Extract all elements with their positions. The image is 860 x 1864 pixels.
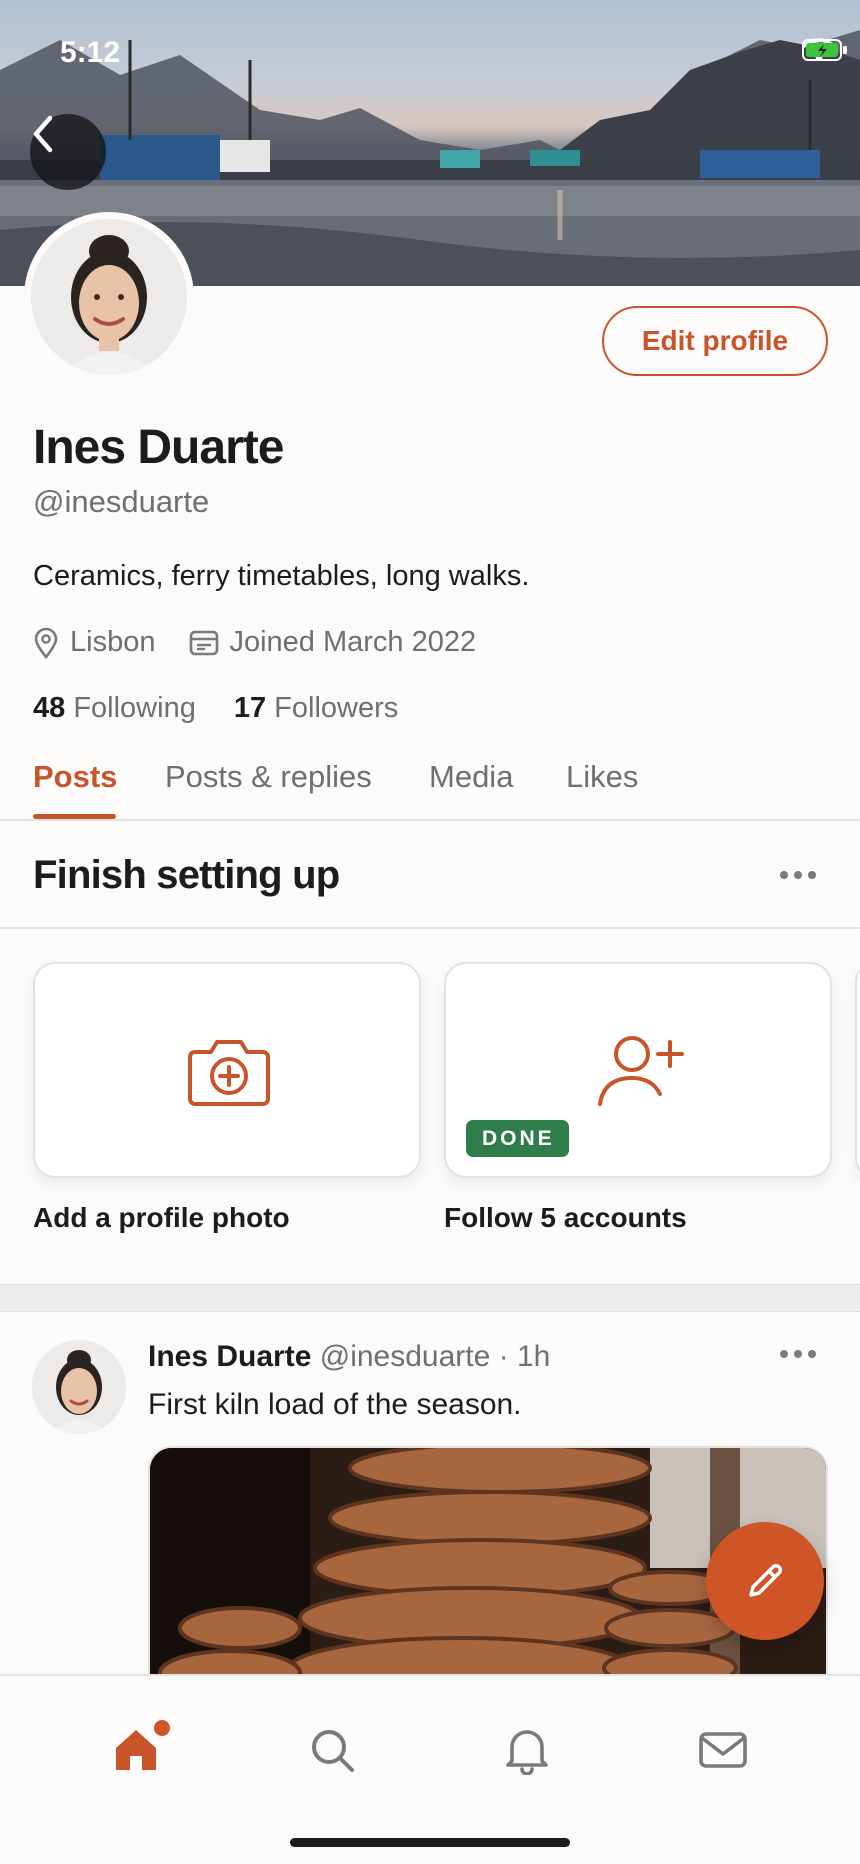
post-time: 1h (516, 1340, 551, 1373)
following-label: Following (73, 692, 196, 724)
avatar-photo (31, 219, 187, 375)
post-separator: · (498, 1340, 509, 1373)
post-more-options-icon[interactable] (780, 1350, 816, 1358)
setup-card-next-peek[interactable] (855, 962, 860, 1178)
profile-stats: 48 Following 17 Followers (33, 692, 436, 725)
chevron-left-icon (33, 115, 53, 153)
profile-meta: Lisbon Joined March 2022 (32, 626, 510, 659)
following-count: 48 (33, 692, 66, 724)
back-button[interactable] (30, 114, 106, 190)
notification-dot (154, 1720, 170, 1736)
tab-likes[interactable]: Likes (566, 759, 638, 795)
post-header: Ines Duarte @inesduarte · 1h (148, 1340, 550, 1374)
home-indicator (290, 1838, 570, 1847)
done-badge: DONE (466, 1120, 569, 1157)
calendar-icon (190, 630, 219, 655)
tab-posts[interactable]: Posts (33, 759, 117, 795)
followers-label: Followers (274, 692, 399, 724)
battery-icon (802, 39, 847, 61)
nav-search[interactable] (302, 1720, 362, 1780)
compose-button[interactable] (706, 1522, 824, 1640)
location-pin-icon (34, 627, 58, 659)
post-author-avatar[interactable] (32, 1340, 126, 1434)
setup-title: Finish setting up (33, 853, 340, 897)
profile-name: Ines Duarte (33, 421, 284, 474)
more-options-icon[interactable] (780, 871, 816, 879)
post-text: First kiln load of the season. (148, 1388, 522, 1421)
setup-card-follow-accounts[interactable]: DONE (444, 962, 832, 1178)
followers-count: 17 (233, 692, 267, 724)
post-author-name[interactable]: Ines Duarte (148, 1340, 311, 1373)
mail-icon (699, 1732, 747, 1768)
setup-card-add-photo-label: Add a profile photo (33, 1202, 290, 1233)
profile-bio: Ceramics, ferry timetables, long walks. (33, 560, 530, 592)
followers-link[interactable]: 17 Followers (234, 692, 398, 725)
pencil-icon (749, 1564, 782, 1597)
setup-header: Finish setting up (0, 821, 860, 929)
camera-plus-icon (188, 1040, 270, 1106)
setup-card-add-photo[interactable] (33, 962, 421, 1178)
post-author-handle: @inesduarte (319, 1340, 491, 1373)
edit-profile-button[interactable]: Edit profile (602, 306, 828, 376)
bell-icon (506, 1730, 548, 1775)
profile-handle: @inesduarte (33, 484, 210, 519)
following-link[interactable]: 48 Following (33, 692, 196, 725)
nav-notifications[interactable] (497, 1720, 557, 1780)
user-plus-icon (598, 1036, 684, 1106)
active-tab-indicator (33, 814, 116, 819)
status-time: 5:12 (60, 36, 121, 69)
profile-avatar[interactable] (24, 212, 194, 382)
section-divider (0, 1284, 860, 1312)
profile-location: Lisbon (70, 626, 156, 658)
bottom-nav (0, 1674, 860, 1864)
profile-tabs: Posts Posts & replies Media Likes (0, 755, 860, 821)
search-icon (312, 1730, 354, 1772)
setup-card-follow-accounts-label: Follow 5 accounts (444, 1202, 687, 1233)
home-icon (116, 1730, 156, 1770)
tab-media[interactable]: Media (429, 759, 513, 795)
tab-posts-replies[interactable]: Posts & replies (165, 759, 372, 795)
nav-messages[interactable] (693, 1720, 753, 1780)
avatar-photo (32, 1340, 126, 1434)
profile-joined: Joined March 2022 (229, 626, 477, 658)
